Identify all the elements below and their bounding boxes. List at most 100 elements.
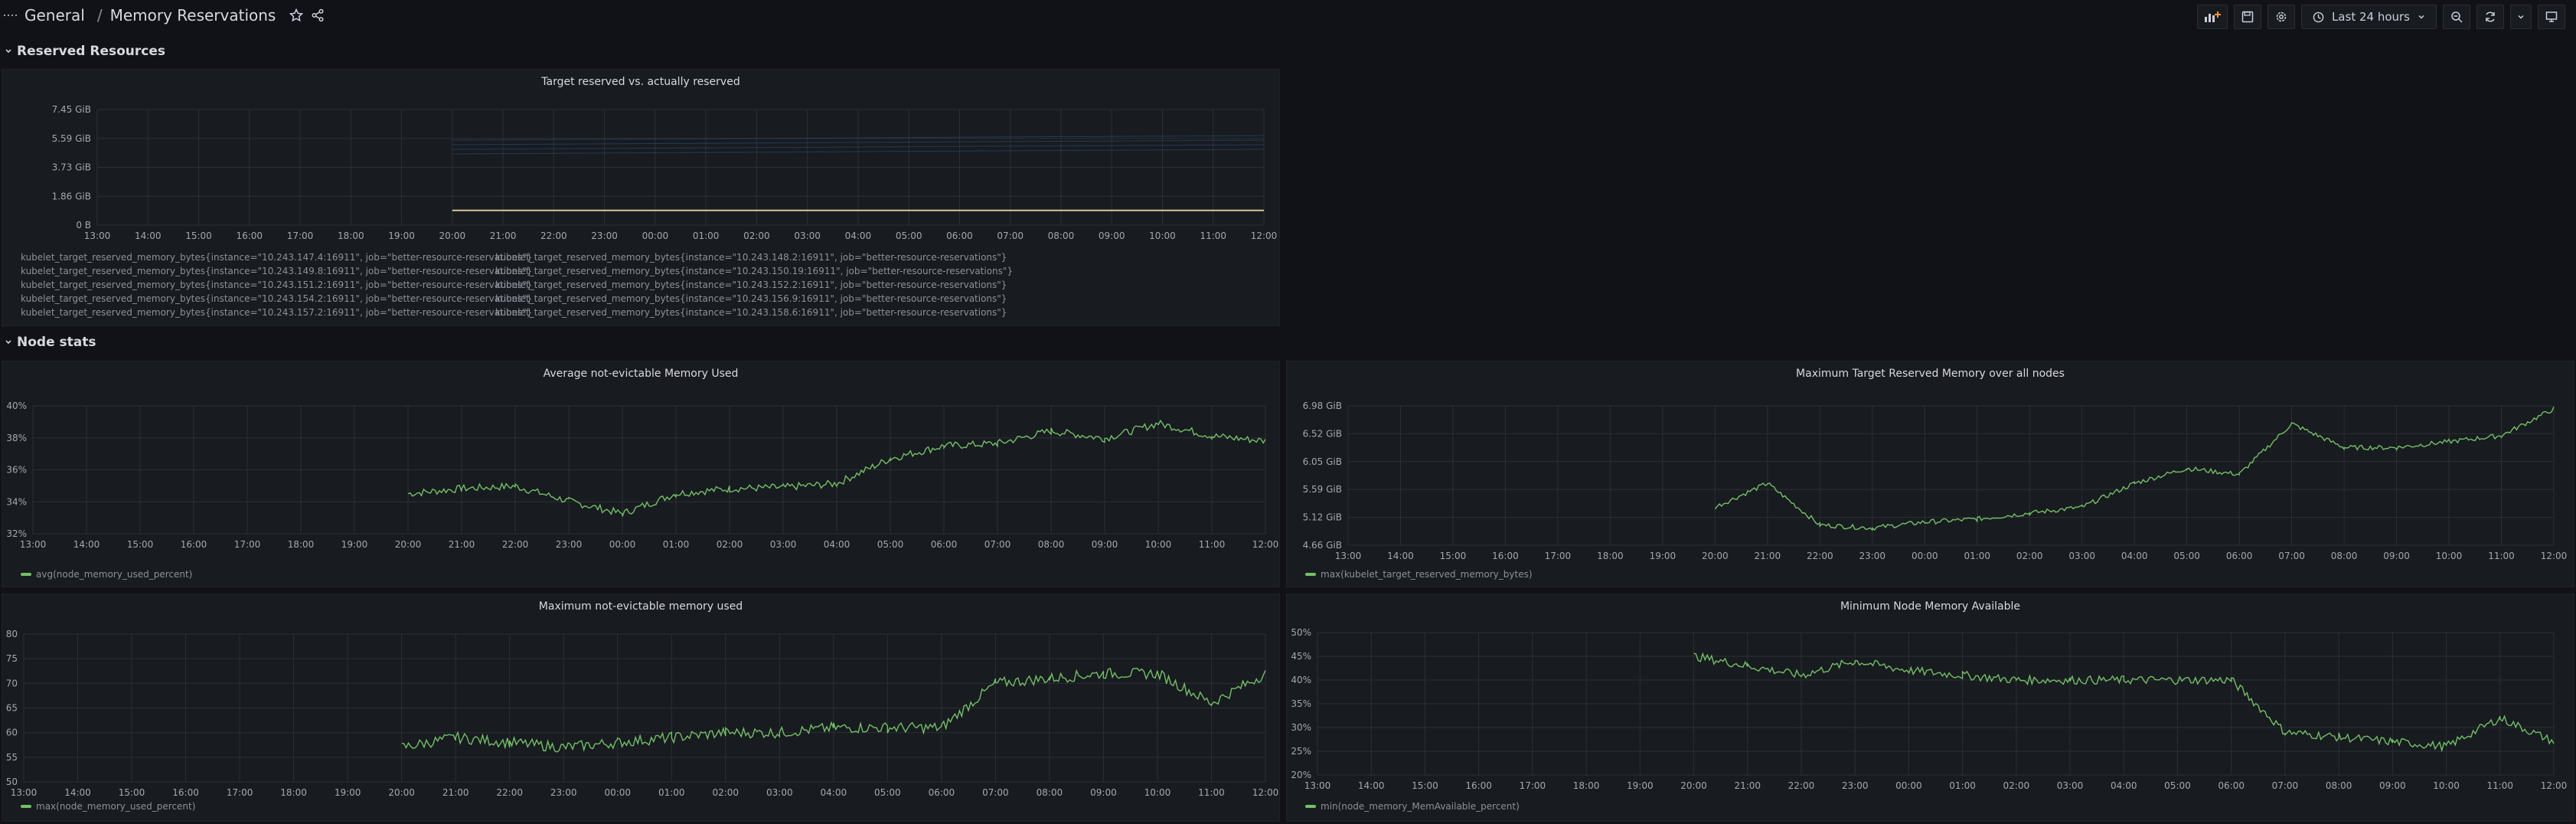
x-tick-label: 19:00 — [1627, 780, 1654, 791]
x-tick-label: 10:00 — [2436, 551, 2463, 561]
save-dashboard-button[interactable] — [2233, 5, 2261, 29]
y-tick-label: 70 — [6, 678, 18, 688]
chart-avg-used: 32% 34% 36% 38% 40% 13:00 14:00 15:00 16:00 17:00… — [6, 401, 1278, 550]
dashboard-settings-button[interactable] — [2267, 5, 2295, 29]
legend-label: kubelet_target_reserved_memory_bytes{ins… — [495, 266, 1014, 276]
x-tick-label: 12:00 — [1251, 231, 1278, 241]
x-tick-label: 17:00 — [227, 787, 253, 798]
x-tick-label: 23:00 — [550, 787, 577, 798]
legend-label: kubelet_target_reserved_memory_bytes{ins… — [21, 280, 533, 290]
legend-item[interactable]: max(kubelet_target_reserved_memory_bytes… — [1305, 567, 1533, 581]
y-tick-label: 55 — [6, 752, 18, 763]
legend-item[interactable]: kubelet_target_reserved_memory_bytes{ins… — [16, 292, 532, 306]
star-icon[interactable] — [289, 8, 304, 22]
x-tick-label: 16:00 — [172, 787, 199, 798]
row-reserved-resources[interactable]: Reserved Resources — [5, 44, 165, 59]
legend-item[interactable]: avg(node_memory_used_percent) — [21, 567, 192, 581]
x-tick-label: 05:00 — [2164, 780, 2191, 791]
panel-max-used[interactable]: Maximum not-evictable memory used 50 55 60… — [2, 593, 1280, 822]
panel-max-target[interactable]: Maximum Target Reserved Memory over all … — [1286, 361, 2574, 587]
refresh-interval-dropdown[interactable] — [2510, 5, 2532, 29]
legend-item[interactable]: kubelet_target_reserved_memory_bytes{ins… — [491, 306, 1007, 319]
panel-min-available[interactable]: Minimum Node Memory Available 20% 25% 30% 3… — [1286, 593, 2574, 822]
y-tick-label: 5.59 GiB — [1303, 484, 1342, 495]
x-tick-label: 14:00 — [1387, 551, 1414, 561]
chart-legend: min(node_memory_MemAvailable_percent) — [1305, 799, 1520, 813]
legend-item[interactable]: kubelet_target_reserved_memory_bytes{ins… — [491, 264, 1013, 278]
legend-item[interactable]: min(node_memory_MemAvailable_percent) — [1305, 799, 1520, 813]
chart-min-available: 20% 25% 30% 35% 40% 45% 50% 13:00 14:00 15:00 16:0… — [1291, 627, 2567, 791]
legend-swatch — [21, 573, 31, 576]
legend-label: kubelet_target_reserved_memory_bytes{ins… — [495, 293, 1007, 304]
legend-item[interactable]: max(node_memory_used_percent) — [21, 799, 195, 813]
legend-item[interactable]: kubelet_target_reserved_memory_bytes{ins… — [16, 264, 532, 278]
x-tick-label: 07:00 — [982, 787, 1009, 798]
x-tick-label: 16:00 — [236, 231, 263, 241]
page-title[interactable]: Memory Reservations — [110, 6, 276, 25]
y-tick-label: 50 — [6, 777, 18, 787]
refresh-icon — [2486, 11, 2495, 22]
time-range-picker[interactable]: Last 24 hours — [2300, 5, 2437, 29]
x-tick-label: 00:00 — [1912, 551, 1938, 561]
legend-label: kubelet_target_reserved_memory_bytes{ins… — [495, 280, 1007, 290]
add-panel-button[interactable] — [2196, 5, 2228, 29]
x-tick-label: 03:00 — [766, 787, 793, 798]
x-tick-label: 19:00 — [1650, 551, 1677, 561]
x-tick-label: 22:00 — [1788, 780, 1815, 791]
x-tick-label: 08:00 — [2331, 551, 2358, 561]
x-tick-label: 03:00 — [2068, 551, 2095, 561]
x-tick-label: 09:00 — [2379, 780, 2406, 791]
x-tick-label: 22:00 — [496, 787, 523, 798]
x-tick-label: 16:00 — [1465, 780, 1492, 791]
legend-item[interactable]: kubelet_target_reserved_memory_bytes{ins… — [16, 278, 532, 292]
legend-swatch — [1305, 805, 1316, 808]
panel-target-reserved[interactable]: Target reserved vs. actually reserved 0 … — [2, 69, 1280, 326]
y-tick-label: 5.12 GiB — [1303, 512, 1342, 523]
legend-item[interactable]: kubelet_target_reserved_memory_bytes{ins… — [16, 306, 532, 319]
chevron-down-icon — [5, 340, 11, 345]
x-tick-label: 18:00 — [288, 539, 315, 550]
refresh-button[interactable] — [2476, 5, 2504, 29]
x-tick-label: 23:00 — [591, 231, 618, 241]
x-tick-label: 03:00 — [770, 539, 797, 550]
panel-avg-used[interactable]: Average not-evictable Memory Used 32% 34%… — [2, 361, 1280, 587]
row-node-stats[interactable]: Node stats — [5, 335, 96, 350]
y-tick-label: 60 — [6, 728, 18, 738]
x-tick-label: 06:00 — [946, 231, 973, 241]
legend-label: kubelet_target_reserved_memory_bytes{ins… — [21, 266, 533, 276]
x-tick-label: 05:00 — [896, 231, 922, 241]
y-tick-label: 7.45 GiB — [52, 104, 91, 115]
legend-item[interactable]: kubelet_target_reserved_memory_bytes{ins… — [491, 278, 1007, 292]
legend-item[interactable]: kubelet_target_reserved_memory_bytes{ins… — [491, 250, 1007, 264]
share-icon[interactable] — [311, 8, 325, 22]
x-tick-label: 04:00 — [845, 231, 872, 241]
dashboards-grid-icon[interactable] — [3, 8, 17, 22]
y-tick-label: 40% — [1291, 675, 1311, 685]
breadcrumb-folder[interactable]: General — [24, 6, 85, 25]
x-tick-label: 00:00 — [1895, 780, 1922, 791]
zoom-out-button[interactable] — [2443, 5, 2470, 29]
x-tick-label: 15:00 — [127, 539, 154, 550]
x-tick-label: 20:00 — [439, 231, 466, 241]
breadcrumb: General / Memory Reservations — [3, 6, 325, 25]
x-tick-label: 10:00 — [1145, 539, 1172, 550]
clock-icon — [2313, 11, 2324, 22]
legend-item[interactable]: kubelet_target_reserved_memory_bytes{ins… — [491, 292, 1007, 306]
x-tick-label: 21:00 — [490, 231, 517, 241]
y-tick-label: 32% — [6, 528, 27, 539]
view-mode-button[interactable] — [2538, 5, 2565, 29]
legend-label: kubelet_target_reserved_memory_bytes{ins… — [21, 293, 533, 304]
y-tick-label: 3.73 GiB — [52, 162, 91, 173]
x-tick-label: 06:00 — [2226, 551, 2253, 561]
x-tick-label: 22:00 — [540, 231, 567, 241]
y-tick-label: 45% — [1291, 651, 1311, 662]
x-tick-label: 14:00 — [73, 539, 100, 550]
legend-item[interactable]: kubelet_target_reserved_memory_bytes{ins… — [16, 250, 532, 264]
x-tick-label: 21:00 — [1734, 780, 1761, 791]
x-tick-label: 06:00 — [929, 787, 955, 798]
x-tick-label: 20:00 — [395, 539, 422, 550]
add-panel-icon — [2204, 11, 2221, 22]
y-tick-label: 38% — [6, 433, 27, 443]
chart-max-used: 50 55 60 65 70 75 80 13:00 14:00 15:00 16:00 17:00 1… — [6, 629, 1279, 798]
x-tick-label: 13:00 — [1335, 551, 1362, 561]
